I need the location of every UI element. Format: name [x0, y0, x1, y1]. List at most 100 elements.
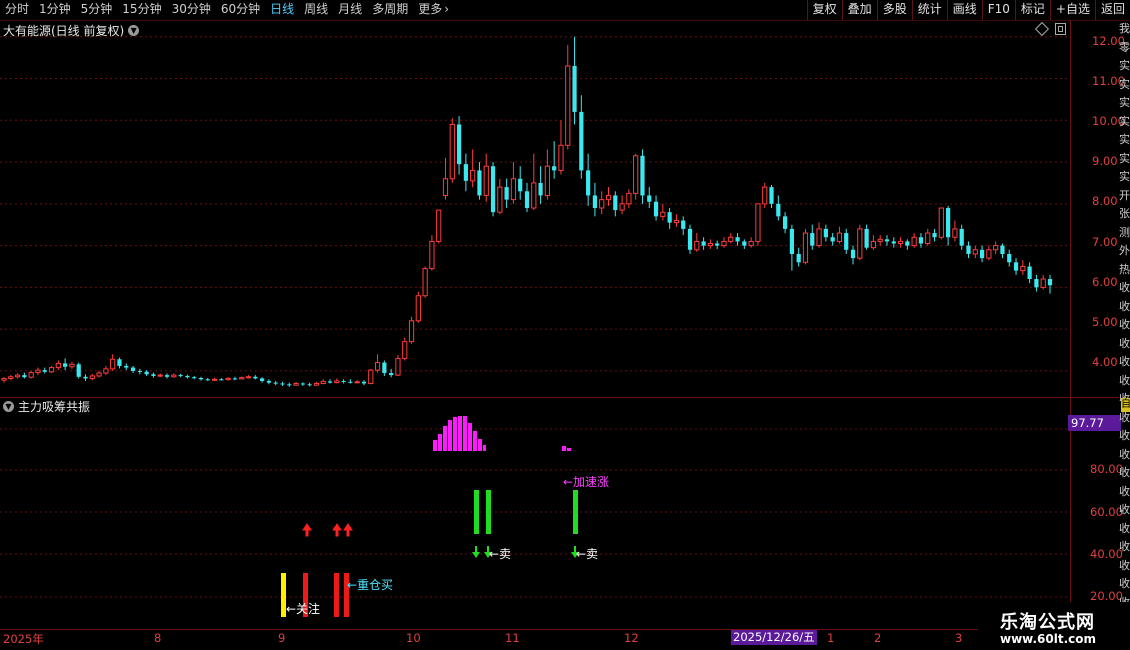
side-panel-char: 零 [1119, 40, 1130, 54]
candle [694, 233, 700, 252]
candle [884, 235, 890, 246]
candle [897, 237, 904, 248]
tab-more[interactable]: 更多 › [413, 0, 454, 20]
candle [232, 376, 238, 381]
indicator-y-tick: 80.00 [1090, 462, 1123, 476]
indicator-y-tick: 40.00 [1090, 547, 1123, 561]
candle [456, 116, 462, 175]
side-panel-char: 收 [1119, 355, 1130, 368]
y-tick: 5.00 [1092, 315, 1118, 329]
watermark: 乐淘公式网 www.60lt.com [978, 602, 1130, 650]
tab-daily[interactable]: 日线 [265, 0, 299, 20]
side-panel-char: 测 [1119, 225, 1130, 239]
buy-arrow [343, 523, 353, 537]
tab-weekly[interactable]: 周线 [299, 0, 333, 20]
candle [408, 316, 415, 344]
tab-more-label: 更多 [418, 2, 443, 16]
add-watchlist-button[interactable]: +自选 [1049, 0, 1095, 20]
tab-60min[interactable]: 60分钟 [216, 0, 265, 20]
candle [96, 370, 102, 378]
candle [422, 266, 428, 298]
tab-monthly[interactable]: 月线 [333, 0, 367, 20]
side-panel-char: 收 [1119, 466, 1130, 479]
sell-label: ←卖 [489, 547, 511, 561]
candle [579, 95, 584, 179]
side-badge: 自 [1121, 398, 1130, 412]
y-tick: 9.00 [1092, 154, 1118, 168]
sell-bar [474, 490, 479, 534]
candle [205, 378, 210, 381]
candle [463, 153, 468, 192]
candle [742, 239, 747, 249]
tab-multi-period[interactable]: 多周期 [367, 0, 413, 20]
back-button[interactable]: 返回 [1094, 0, 1130, 20]
restore-rights-button[interactable]: 复权 [806, 0, 842, 20]
candle [857, 224, 863, 261]
statistics-button[interactable]: 统计 [911, 0, 947, 20]
signal-bar-magenta [463, 416, 467, 451]
candle [728, 233, 734, 244]
tab-30min[interactable]: 30分钟 [167, 0, 216, 20]
indicator-value-badge: 97.77 [1068, 415, 1121, 431]
candlestick-chart[interactable] [0, 20, 1070, 396]
candle [103, 365, 109, 376]
candle [782, 212, 788, 234]
candle [925, 228, 931, 246]
multi-stock-button[interactable]: 多股 [876, 0, 912, 20]
candle [538, 166, 543, 204]
candle [544, 149, 550, 200]
candle [219, 378, 224, 381]
side-panel-char: 实 [1119, 114, 1130, 128]
candle [490, 162, 496, 217]
candle [266, 379, 272, 385]
tab-5min[interactable]: 5分钟 [76, 0, 118, 20]
candle [938, 207, 944, 240]
side-panel-char: 收 [1119, 521, 1130, 535]
candle [334, 378, 340, 384]
candle [110, 354, 116, 371]
candle [640, 149, 645, 204]
candle [361, 380, 367, 386]
candle [368, 368, 374, 385]
candle [681, 216, 686, 236]
candle [687, 224, 693, 254]
candle [1007, 249, 1012, 267]
candle [89, 373, 95, 381]
candle [823, 224, 828, 242]
candle [313, 381, 320, 386]
side-panel-char: 外 [1119, 244, 1130, 257]
candle [844, 228, 849, 254]
candle [69, 361, 75, 369]
candle [137, 368, 142, 375]
candle [653, 195, 659, 221]
mark-button[interactable]: 标记 [1014, 0, 1050, 20]
candle [707, 239, 713, 249]
indicator-chart[interactable]: ←关注 ←重仓买 ←卖 ←卖 ←加速涨 [0, 398, 1070, 628]
side-panel-strip[interactable]: 我零实实实实实实实开张测外热收收收收收收收收收收收收收收收收收收 [1119, 20, 1130, 630]
candle [911, 233, 917, 248]
tab-1min[interactable]: 1分钟 [34, 0, 76, 20]
candle [619, 195, 625, 215]
candle [35, 367, 41, 376]
sell-bar [573, 490, 578, 534]
side-panel-char: 实 [1119, 96, 1130, 109]
candle [715, 240, 720, 249]
y-tick: 8.00 [1092, 194, 1118, 208]
overlay-button[interactable]: 叠加 [841, 0, 877, 20]
date-axis-line [0, 629, 1119, 630]
candle [918, 233, 924, 248]
tab-fenshi[interactable]: 分时 [0, 0, 34, 20]
watermark-title: 乐淘公式网 [1000, 612, 1095, 633]
candle [905, 239, 910, 250]
side-panel-char: 热 [1119, 262, 1130, 276]
f10-button[interactable]: F10 [981, 0, 1015, 20]
x-tick: 10 [406, 631, 421, 645]
tab-15min[interactable]: 15分钟 [117, 0, 166, 20]
candle [225, 377, 231, 381]
side-panel-char: 张 [1119, 207, 1130, 220]
draw-line-button[interactable]: 画线 [946, 0, 982, 20]
candle [552, 141, 557, 179]
candle [55, 360, 61, 371]
candle [327, 379, 333, 384]
candle [660, 203, 666, 221]
